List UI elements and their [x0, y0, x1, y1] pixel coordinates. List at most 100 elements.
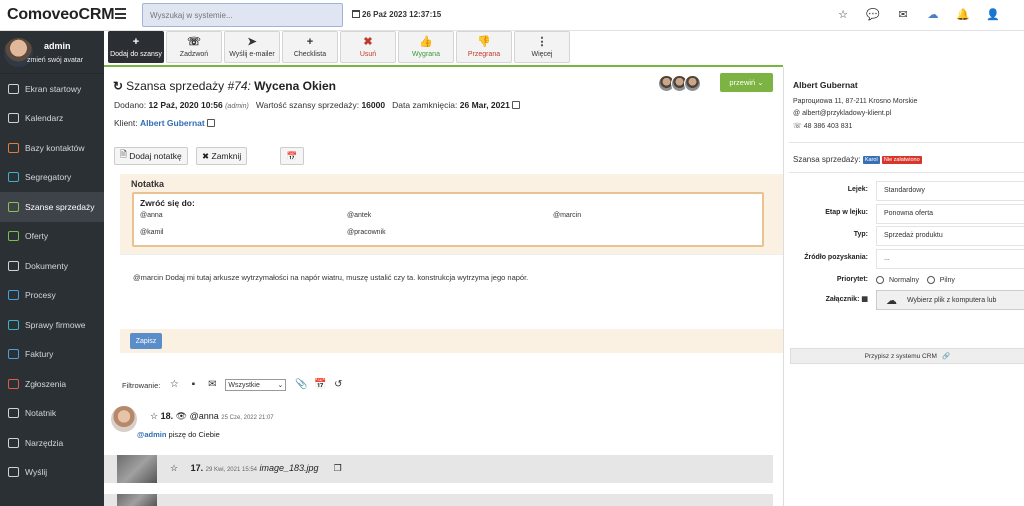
sidebar-item-faktury[interactable]: Faktury — [0, 340, 104, 370]
sidebar-item-oferty[interactable]: Oferty — [0, 222, 104, 252]
client-email[interactable]: @ albert@przykladowy-klient.pl — [793, 110, 891, 117]
client-panel: Albert Gubernat Paproциowa 11, 87-211 Kr… — [783, 67, 1024, 506]
move-button[interactable]: przewiń ⌄ — [720, 73, 773, 92]
attach-from-system-button[interactable]: Przypisz z systemu CRM 🔗 — [790, 348, 1024, 364]
copy-icon[interactable]: ❐ — [334, 463, 342, 473]
note-filter-icon[interactable]: ▪ — [188, 380, 198, 390]
close-icon: ✖ — [202, 150, 210, 161]
sidebar-item-label: Ekran startowy — [25, 83, 82, 94]
bell-icon[interactable]: 🔔 — [948, 8, 978, 21]
sidebar-item-segregatory[interactable]: Segregatory — [0, 163, 104, 193]
search-input[interactable] — [142, 3, 343, 27]
edit-icon[interactable] — [511, 101, 520, 109]
sidebar-item-zgłoszenia[interactable]: Zgłoszenia — [0, 369, 104, 399]
checklista-button[interactable]: + Checklista — [282, 31, 338, 63]
action-toolbar: + Dodaj do szansy ☏ Zadzwoń ➤ Wyślij e-mailer… — [108, 31, 570, 63]
note-textarea[interactable]: @marcin Dodaj mi tutaj arkusze wytrzymał… — [120, 254, 783, 329]
star-icon[interactable]: ☆ — [150, 411, 158, 421]
client-phone[interactable]: ☏ 48 386 403 831 — [793, 122, 852, 130]
dodaj-do-szansy-button[interactable]: + Dodaj do szansy — [108, 31, 164, 63]
mention-kamil[interactable]: @kamil — [140, 229, 163, 236]
sidebar-item-notatnik[interactable]: Notatnik — [0, 399, 104, 429]
filter-select[interactable]: Wszystkie ⌄ — [225, 379, 287, 391]
ticket-icon — [8, 378, 19, 389]
star-icon[interactable]: ☆ — [828, 8, 858, 21]
sidebar-item-wyślij[interactable]: Wyślij — [0, 458, 104, 488]
deal-meta: Dodano: 12 Paź, 2020 10:56 (admin) Warto… — [114, 100, 520, 110]
app-logo[interactable]: ComoveoCRM — [7, 6, 115, 24]
sidebar-item-label: Zgłoszenia — [25, 378, 67, 389]
deal-status: Szansa sprzedaży: Karol Nie załatwiono — [793, 155, 922, 164]
wygrana-button[interactable]: 👍 Wygrana — [398, 31, 454, 63]
sidebar-item-label: Notatnik — [25, 408, 57, 419]
mention-anna[interactable]: @anna — [140, 212, 163, 219]
mail-filter-icon[interactable]: ✉ — [207, 380, 217, 390]
field-value[interactable]: ... — [876, 248, 1024, 269]
client-link[interactable]: Albert Gubernat — [140, 118, 205, 128]
refresh-icon[interactable]: ↻ — [113, 79, 123, 93]
history-icon[interactable]: ↺ — [333, 380, 343, 390]
sidebar-item-narzędzia[interactable]: Narzędzia — [0, 428, 104, 458]
edit-icon[interactable] — [206, 119, 215, 127]
user-profile: admin zmień swój avatar — [0, 31, 104, 74]
add-note-button[interactable]: 🗎 Dodaj notatkę — [114, 147, 188, 165]
calendar-icon — [352, 10, 360, 18]
monitor-icon — [8, 83, 19, 94]
save-button[interactable]: Zapisz — [130, 333, 162, 349]
calendar-icon — [8, 113, 19, 124]
attachment-label: Załącznik: ▦ — [825, 296, 868, 303]
change-avatar-link[interactable]: zmień swój avatar — [27, 57, 83, 64]
star-filter-icon[interactable]: ☆ — [169, 380, 179, 390]
menu-toggle-icon[interactable] — [115, 8, 126, 19]
contacts-icon — [8, 142, 19, 153]
plus-icon: + — [306, 35, 314, 48]
image-thumbnail[interactable] — [117, 455, 157, 483]
mention-marcin[interactable]: @marcin — [553, 212, 581, 219]
calendar-filter-icon[interactable]: 📅 — [314, 380, 326, 390]
chat-icon[interactable]: 💬 — [858, 8, 888, 21]
star-icon[interactable]: ☆ — [170, 463, 178, 473]
sidebar-item-dokumenty[interactable]: Dokumenty — [0, 251, 104, 281]
cloud-icon[interactable]: ☁ — [918, 8, 948, 21]
user-settings-icon[interactable]: 👤 — [978, 8, 1008, 21]
attachment-filter-icon[interactable]: 📎 — [295, 380, 307, 390]
field-value[interactable]: Sprzedaż produktu — [876, 226, 1024, 246]
close-button[interactable]: ✖ Zamknij — [196, 147, 248, 165]
sidebar-item-sprawy-firmowe[interactable]: Sprawy firmowe — [0, 310, 104, 340]
sidebar-item-procesy[interactable]: Procesy — [0, 281, 104, 311]
zadzwoń-button[interactable]: ☏ Zadzwoń — [166, 31, 222, 63]
header-icons: ☆ 💬 ✉ ☁ 🔔 👤 — [828, 8, 1008, 21]
przegrana-button[interactable]: 👎 Przegrana — [456, 31, 512, 63]
avatar[interactable] — [111, 406, 137, 432]
field-value[interactable]: Ponowna oferta — [876, 203, 1024, 224]
owner-badge: Karol — [862, 156, 880, 164]
at-icon: @ — [793, 110, 801, 117]
assigned-users — [658, 75, 701, 92]
wyślij-e-mailer-button[interactable]: ➤ Wyślij e-mailer — [224, 31, 280, 63]
form-row: Etap w lejku: Ponowna oferta — [784, 203, 1024, 224]
note-icon: 🗎 — [120, 149, 127, 159]
avatar[interactable] — [684, 75, 701, 92]
usuń-button[interactable]: ✖ Usuń — [340, 31, 396, 63]
mention-pracownik[interactable]: @pracownik — [347, 229, 386, 236]
sidebar-item-bazy-kontaktów[interactable]: Bazy kontaktów — [0, 133, 104, 163]
mention-antek[interactable]: @antek — [347, 212, 371, 219]
sidebar-item-kalendarz[interactable]: Kalendarz — [0, 104, 104, 134]
image-thumbnail[interactable] — [117, 494, 157, 506]
calendar-button[interactable]: 📅 — [280, 147, 304, 165]
sidebar: admin zmień swój avatar Ekran startowy Ka… — [0, 31, 104, 506]
user-name[interactable]: admin — [44, 41, 71, 51]
sidebar-item-ekran-startowy[interactable]: Ekran startowy — [0, 74, 104, 104]
mail-icon[interactable]: ✉ — [888, 8, 918, 21]
priority-urgent-radio[interactable] — [926, 276, 935, 284]
więcej-button[interactable]: ⋮ Więcej — [514, 31, 570, 63]
upload-button[interactable]: ☁ Wybierz plik z komputera lub — [876, 290, 1024, 310]
toolbar-label: Dodaj do szansy — [110, 50, 162, 58]
priority-normal-radio[interactable] — [876, 276, 884, 284]
client-name[interactable]: Albert Gubernat — [793, 80, 858, 90]
toolbar-label: Przegrana — [467, 50, 501, 58]
field-value[interactable]: Standardowy — [876, 181, 1024, 201]
eye-icon: 👁 — [175, 411, 188, 421]
case-icon — [8, 319, 19, 330]
sidebar-item-szanse-sprzedaży[interactable]: Szanse sprzedaży — [0, 192, 104, 222]
